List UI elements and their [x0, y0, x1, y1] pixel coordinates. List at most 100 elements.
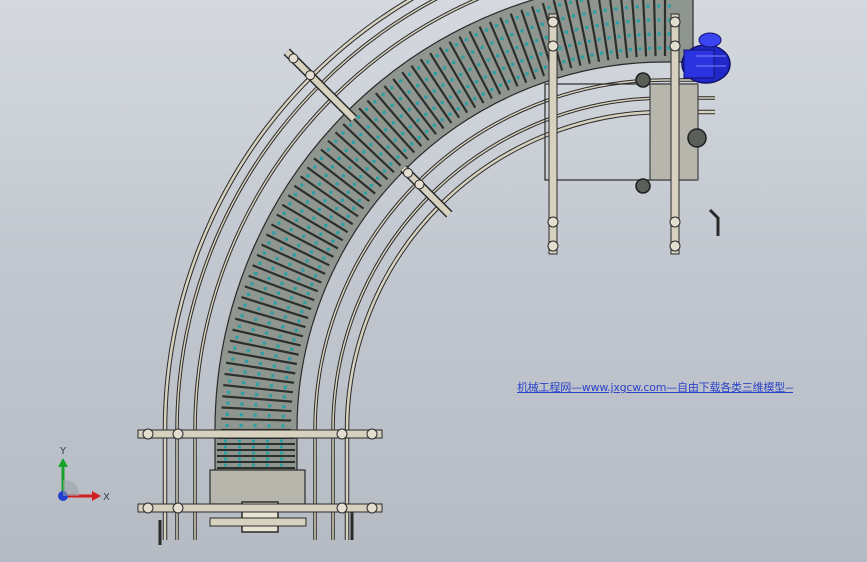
conveyor-model[interactable]: [0, 0, 867, 562]
belt-link: [435, 54, 439, 58]
belt-link: [364, 107, 369, 111]
belt-link: [349, 123, 353, 127]
motor-gearbox: [683, 49, 715, 79]
belt-link: [309, 250, 313, 254]
belt-link: [398, 79, 403, 83]
belt-link: [526, 12, 530, 16]
rail-clamp: [547, 40, 559, 52]
sprocket: [635, 72, 651, 88]
belt-link: [396, 155, 400, 159]
belt-link: [324, 173, 328, 178]
belt-link: [224, 445, 227, 449]
belt-link: [473, 97, 477, 101]
belt-link: [257, 372, 261, 376]
belt-link: [228, 379, 232, 383]
belt-link: [292, 338, 296, 342]
belt-link: [399, 114, 403, 118]
belt-link: [515, 16, 519, 20]
belt-link: [252, 445, 255, 449]
belt-link: [314, 241, 318, 245]
belt-link: [305, 259, 309, 263]
rail-clamp: [669, 40, 681, 52]
belt-link: [483, 75, 487, 79]
belt-link: [229, 368, 233, 372]
watermark-text: 机械工程网—www.jxgcw.com—自由下载各类三维模型—MOD.XT.ST…: [517, 381, 793, 394]
belt-link: [335, 182, 339, 186]
belt-link: [540, 22, 544, 26]
belt-link: [348, 165, 352, 170]
belt-link: [393, 138, 397, 142]
rail-clamp: [669, 216, 681, 228]
belt-link: [637, 33, 641, 37]
belt-link: [313, 274, 318, 278]
belt-link: [457, 90, 461, 94]
belt-link: [266, 457, 269, 461]
belt-link: [323, 199, 327, 203]
belt-link: [312, 216, 316, 220]
belt-link: [267, 276, 271, 281]
belt-link: [585, 25, 589, 30]
belt-link: [474, 33, 478, 37]
belt-link: [288, 202, 292, 206]
belt-link: [441, 83, 445, 87]
belt-link: [301, 268, 305, 272]
belt-link: [330, 165, 335, 169]
orientation-triad[interactable]: Y X: [46, 440, 116, 510]
belt-link: [289, 228, 293, 232]
belt-link: [240, 402, 244, 406]
belt-link: [501, 66, 506, 71]
belt-link: [454, 43, 459, 47]
belt-link: [280, 451, 283, 455]
belt-link: [239, 423, 243, 428]
rail-clamp: [547, 216, 559, 228]
belt-link: [595, 24, 599, 28]
belt-link: [520, 59, 524, 63]
rail-clamp: [366, 502, 378, 514]
belt-link: [619, 48, 623, 53]
belt-link: [284, 237, 288, 241]
belt-link: [276, 344, 280, 348]
motor-fan-cover: [698, 32, 722, 48]
belt-link: [225, 412, 229, 416]
belt-link: [267, 321, 271, 325]
belt-link: [266, 439, 269, 443]
rail-clamp: [366, 428, 378, 440]
belt-link: [390, 86, 394, 90]
belt-link: [424, 112, 428, 116]
belt-link: [284, 376, 289, 380]
belt-link: [558, 3, 562, 7]
belt-link: [425, 129, 429, 134]
belt-link: [240, 314, 244, 318]
belt-link: [376, 135, 380, 139]
belt-link: [568, 44, 572, 48]
belt-link: [297, 319, 301, 323]
belt-link: [226, 401, 230, 405]
triad-plane-shade: [63, 480, 79, 496]
belt-link: [464, 102, 468, 106]
belt-link: [516, 75, 520, 79]
belt-link: [474, 80, 479, 84]
belt-link: [319, 232, 323, 236]
belt-link: [336, 231, 340, 235]
belt-link: [286, 305, 291, 310]
rail-clamp: [547, 16, 559, 28]
belt-link: [389, 162, 393, 166]
belt-link: [657, 46, 661, 50]
belt-link: [529, 55, 533, 59]
belt-link: [334, 139, 338, 143]
belt-link: [267, 414, 271, 418]
belt-link: [507, 79, 511, 83]
belt-link: [667, 32, 671, 36]
cad-viewport[interactable]: 机械工程网—www.jxgcw.com—自由下载各类三维模型—MOD.XT.ST…: [0, 0, 867, 562]
belt-link: [544, 35, 548, 40]
belt-link: [300, 183, 304, 187]
belt-link: [445, 48, 449, 52]
belt-link: [250, 282, 254, 286]
belt-link: [297, 243, 301, 248]
belt-link: [515, 46, 519, 50]
belt-link: [416, 118, 420, 123]
belt-link: [240, 391, 245, 395]
belt-link: [238, 457, 241, 461]
belt-link: [351, 140, 355, 145]
belt-link: [317, 207, 321, 212]
